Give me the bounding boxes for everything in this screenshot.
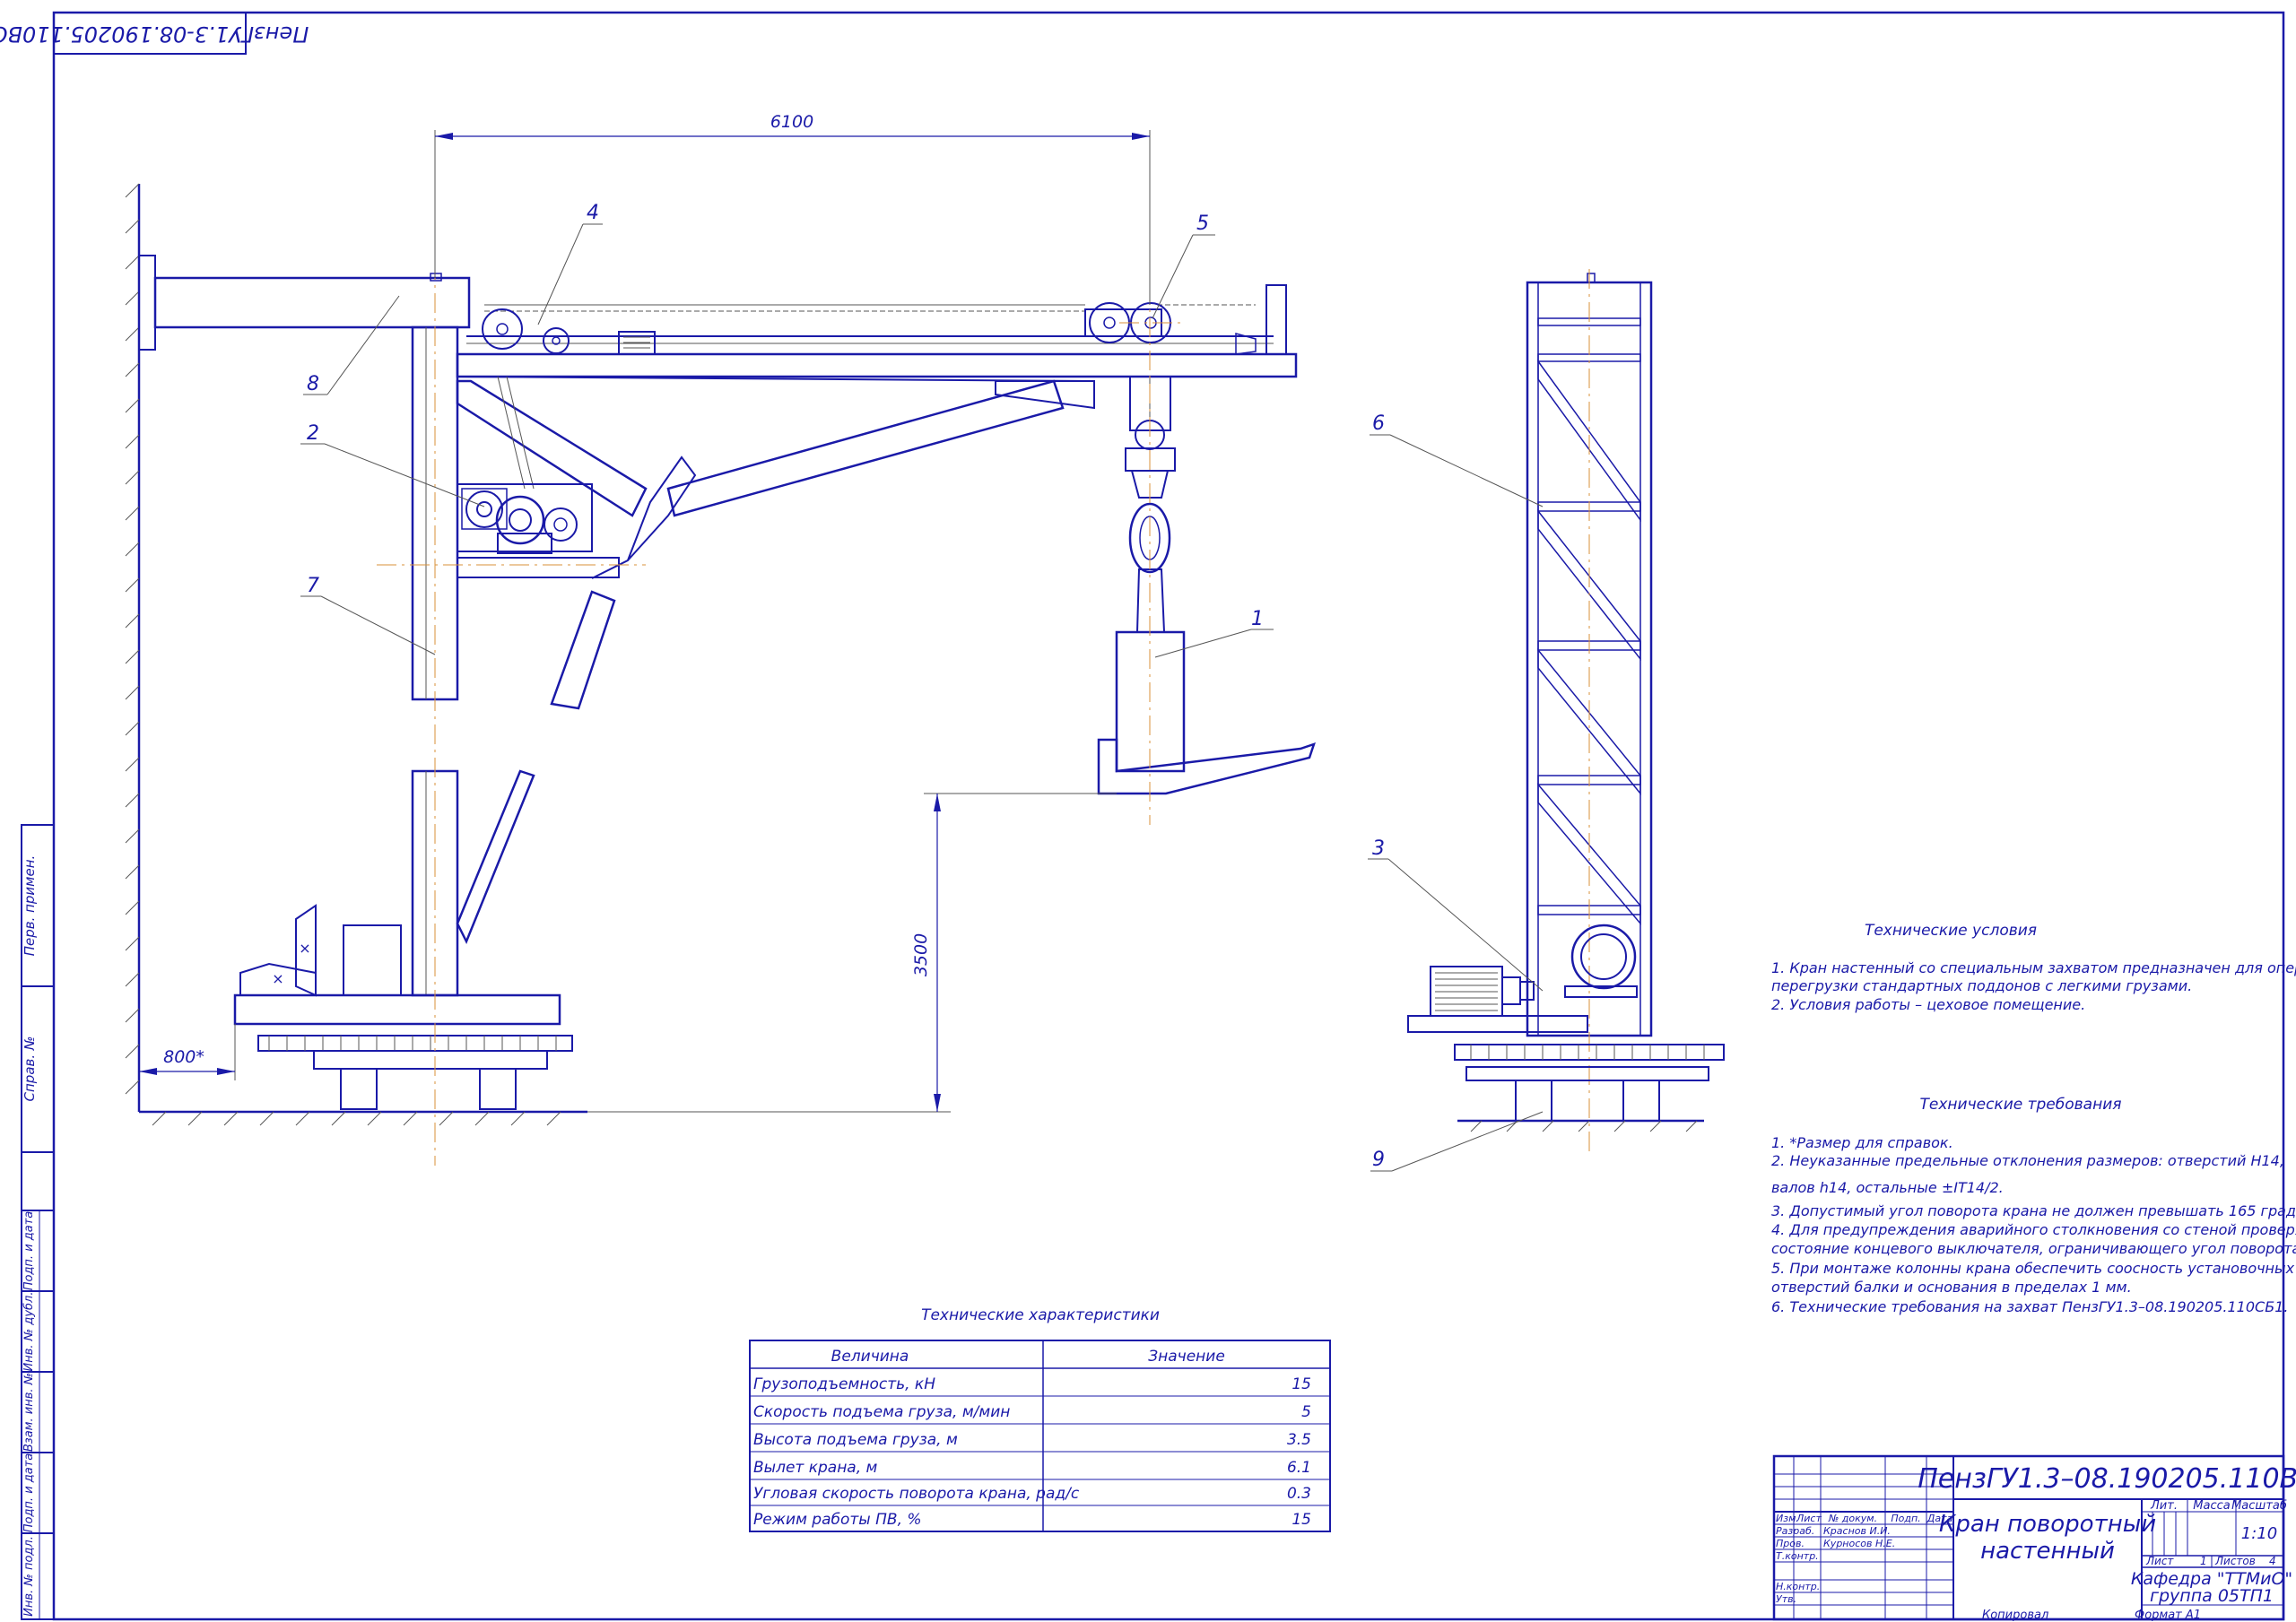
sheet-frame — [52, 11, 2285, 1621]
title-block-sheets-label: Листов — [2214, 1555, 2256, 1567]
title-block-header: Дата — [1926, 1513, 1953, 1524]
tech-conditions-line: 1. Кран настенный со специальным захвато… — [1771, 959, 2296, 976]
side-label: Подп. и дата — [22, 1453, 36, 1533]
title-block-role: Т.контр. — [1776, 1550, 1819, 1562]
specs-cell: 6.1 — [1287, 1459, 1311, 1477]
format-label: Формат А1 — [2135, 1609, 2201, 1622]
title-block-name-2: настенный — [1980, 1538, 2115, 1565]
rotated-stamp-text: ПензГУ1.3-08.190205.110ВО — [0, 22, 309, 47]
tech-requirements-line: 3. Допустимый угол поворота крана не дол… — [1771, 1202, 2296, 1219]
specs-cell: 3.5 — [1287, 1431, 1311, 1449]
title-block-sheet-value: 1 — [2200, 1555, 2207, 1567]
tech-requirements-line: состояние концевого выключателя, огранич… — [1771, 1240, 2296, 1257]
specs-cell: Грузоподъемность, кН — [753, 1375, 935, 1393]
tech-requirements-title: Технические требования — [1920, 1096, 2122, 1114]
tech-conditions: Технические условия 1. Кран настенный со… — [1771, 922, 2296, 1013]
title-block-code: ПензГУ1.3–08.190205.110ВО — [1918, 1463, 2296, 1495]
specs-cell: Режим работы ПВ, % — [753, 1511, 922, 1529]
leader-number: 1 — [1251, 608, 1264, 630]
specs-cell: Скорость подъема груза, м/мин — [753, 1403, 1010, 1421]
title-block-header: № докум. — [1828, 1513, 1877, 1524]
dimension-wall-offset: 800* — [139, 1024, 236, 1080]
leader-number: 2 — [307, 422, 319, 445]
title-block-header: Лит. — [2150, 1499, 2178, 1513]
dim-span-value: 6100 — [770, 112, 813, 132]
leader-number: 5 — [1196, 213, 1209, 235]
specs-cell: Вылет крана, м — [753, 1459, 878, 1477]
drawing-sheet: ПензГУ1.3-08.190205.110ВО Перв. примен. … — [0, 11, 2296, 1622]
title-block-role: Пров. — [1776, 1538, 1805, 1549]
specs-cell: 0.3 — [1287, 1485, 1311, 1503]
crane-front-view: × × — [125, 183, 1316, 1166]
crane-side-view — [1407, 269, 1725, 1152]
tech-requirements-line: 5. При монтаже колонны крана обеспечить … — [1771, 1260, 2295, 1277]
rotated-stamp: ПензГУ1.3-08.190205.110ВО — [0, 12, 309, 55]
wall-hatch — [125, 183, 587, 1126]
specs-table: Технические характеристики Величина Знач… — [749, 1306, 1331, 1532]
side-label: Инв. № дубл. — [22, 1292, 36, 1372]
specs-cell: 5 — [1301, 1403, 1311, 1421]
title-block-header: Масса — [2193, 1499, 2230, 1513]
leader-number: 9 — [1372, 1149, 1385, 1171]
title-block-group: группа 05ТП1 — [2150, 1586, 2274, 1606]
tech-requirements: Технические требования 1. *Размер для сп… — [1771, 1096, 2296, 1315]
tech-requirements-line: отверстий балки и основания в пределах 1… — [1771, 1279, 2132, 1296]
svg-text:×: × — [272, 970, 283, 987]
title-block-header: Лист — [1796, 1513, 1822, 1524]
leader-lines: 1 2 3 4 5 6 7 8 9 — [300, 202, 1544, 1172]
title-block-name-1: Кран поворотный — [1939, 1511, 2156, 1538]
title-block-sheet-label: Лист — [2145, 1555, 2174, 1567]
leader-number: 7 — [307, 575, 319, 597]
title-block: ПензГУ1.3–08.190205.110ВО Кран поворотны… — [1772, 1454, 2296, 1621]
specs-header-cell: Величина — [831, 1348, 909, 1366]
copied-label: Копировал — [1982, 1609, 2048, 1622]
tech-conditions-line: перегрузки стандартных поддонов с легким… — [1771, 977, 2192, 994]
tech-requirements-line: валов h14, остальные ±IT14/2. — [1771, 1179, 2004, 1196]
title-block-sheets-value: 4 — [2269, 1555, 2276, 1567]
specs-cell: Высота подъема груза, м — [753, 1431, 958, 1449]
specs-cell: 15 — [1292, 1375, 1311, 1393]
specs-header-cell: Значение — [1148, 1348, 1225, 1366]
tech-requirements-line: 1. *Размер для справок. — [1771, 1134, 1953, 1151]
leader-number: 4 — [587, 202, 599, 224]
leader-number: 8 — [307, 373, 319, 395]
leader-number: 3 — [1372, 837, 1385, 860]
title-block-header: Масштаб — [2231, 1499, 2287, 1513]
side-label: Справ. № — [22, 1037, 38, 1102]
title-block-scale: 1:10 — [2241, 1524, 2277, 1543]
title-block-header: Изм. — [1776, 1513, 1799, 1524]
tech-conditions-title: Технические условия — [1865, 922, 2037, 940]
title-block-role: Н.контр. — [1776, 1581, 1820, 1592]
title-block-role: Утв. — [1776, 1593, 1796, 1605]
side-label: Подп. и дата — [22, 1211, 36, 1291]
dimension-height: 3500 — [587, 793, 1117, 1113]
svg-text:×: × — [299, 940, 310, 957]
side-label: Инв. № подл. — [22, 1536, 36, 1617]
tech-requirements-line: 2. Неуказанные предельные отклонения раз… — [1771, 1152, 2284, 1169]
side-label: Перв. примен. — [22, 855, 38, 957]
tech-requirements-line: 4. Для предупреждения аварийного столкно… — [1771, 1221, 2296, 1238]
specs-title: Технические характеристики — [921, 1306, 1160, 1324]
dim-height-value: 3500 — [911, 933, 931, 976]
tech-conditions-line: 2. Условия работы – цеховое помещение. — [1771, 996, 2085, 1013]
side-label: Взам. инв. № — [22, 1373, 36, 1452]
tech-requirements-line: 6. Технические требования на захват Пенз… — [1771, 1298, 2288, 1315]
title-block-header: Подп. — [1891, 1513, 1920, 1524]
specs-cell: 15 — [1292, 1511, 1311, 1529]
dimension-span: 6100 — [434, 112, 1151, 305]
title-block-person: Краснов И.И. — [1823, 1525, 1891, 1537]
dim-wall-offset-value: 800* — [163, 1047, 204, 1067]
title-block-role: Разраб. — [1776, 1525, 1814, 1537]
title-block-person: Курносов Н.Е. — [1823, 1538, 1895, 1549]
leader-number: 6 — [1372, 412, 1385, 435]
specs-cell: Угловая скорость поворота крана, рад/с — [753, 1485, 1080, 1503]
side-label-strip: Перв. примен. Справ. № Подп. и дата Инв.… — [21, 824, 55, 1620]
